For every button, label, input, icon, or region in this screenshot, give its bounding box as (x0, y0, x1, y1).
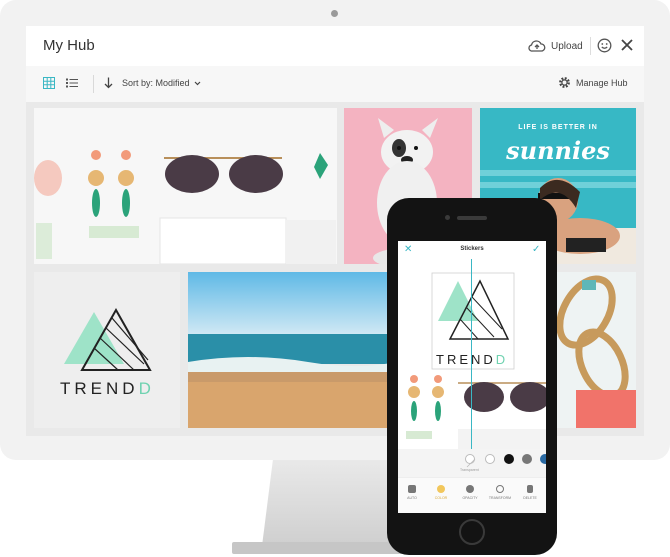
list-view-icon[interactable] (66, 77, 78, 89)
trash-icon (527, 485, 533, 493)
monitor-stand (262, 460, 398, 546)
tool-color[interactable]: COLOR (429, 485, 453, 500)
image-tile-beach[interactable] (188, 272, 410, 428)
sort-dropdown-label: Sort by: Modified (122, 78, 190, 88)
tool-auto[interactable]: AUTO (400, 485, 424, 500)
manage-hub-button[interactable]: Manage Hub (558, 76, 628, 89)
phone-screen: ✕ Stickers ✓ TRENDD Transparent AUTO COL… (398, 241, 546, 513)
sort-arrow-down-icon[interactable] (104, 77, 113, 89)
sunnies-headline: sunnies (506, 136, 610, 165)
swatch-selected-label: Transparent (460, 468, 479, 472)
sticker-canvas[interactable]: TRENDD (398, 259, 546, 449)
page-title: My Hub (43, 37, 95, 54)
smiley-icon[interactable] (597, 38, 612, 53)
swatch-black[interactable] (504, 454, 514, 464)
chevron-down-icon (194, 81, 201, 86)
desktop-monitor: My Hub Upload Sort by: Modified Manage H… (0, 0, 670, 460)
flatlay-image (34, 150, 336, 264)
toolbar-divider (93, 75, 94, 93)
phone-camera (445, 215, 450, 220)
transform-tool-icon (496, 485, 504, 493)
sticker-editor-header: ✕ Stickers ✓ (398, 241, 546, 259)
beach-image (188, 272, 410, 428)
sticker-trendd-text: TRENDD (436, 352, 509, 367)
swatch-gray[interactable] (522, 454, 532, 464)
center-guide-line (471, 259, 472, 449)
trendd-logo-text: TRENDD (60, 379, 155, 398)
sticker-editor-title: Stickers (460, 246, 484, 252)
image-tile-flatlay[interactable] (34, 108, 337, 264)
sticker-tool-bar: AUTO COLOR OPACITY TRANSFORM DELETE (398, 477, 546, 513)
cloud-upload-icon (528, 40, 546, 52)
confirm-check-icon[interactable]: ✓ (532, 244, 540, 255)
tool-opacity[interactable]: OPACITY (458, 485, 482, 500)
opacity-tool-icon (466, 485, 474, 493)
hub-toolbar: Sort by: Modified Manage Hub (26, 66, 644, 102)
upload-label: Upload (551, 40, 583, 52)
sort-dropdown[interactable]: Sort by: Modified (122, 78, 201, 88)
gear-icon (559, 77, 570, 88)
manage-hub-label: Manage Hub (576, 77, 628, 88)
trendd-triangle-logo (64, 307, 152, 371)
color-tool-icon (437, 485, 445, 493)
monitor-camera (331, 10, 338, 17)
image-tile-trendd-logo[interactable]: TRENDD (34, 272, 180, 428)
app-header: My Hub Upload (26, 26, 644, 67)
phone-device: ✕ Stickers ✓ TRENDD Transparent AUTO COL… (387, 198, 557, 555)
phone-speaker (457, 216, 487, 220)
auto-tool-icon (408, 485, 416, 493)
color-swatch-row: Transparent (398, 449, 546, 477)
sunnies-tagline: LIFE IS BETTER IN (518, 124, 598, 131)
swatch-blue[interactable] (540, 454, 546, 464)
swatch-white[interactable] (485, 454, 495, 464)
swatch-transparent[interactable] (465, 454, 476, 468)
tool-transform[interactable]: TRANSFORM (488, 485, 512, 500)
close-icon[interactable] (620, 38, 634, 52)
tool-delete[interactable]: DELETE (518, 485, 542, 500)
upload-button[interactable]: Upload (528, 36, 583, 56)
header-divider (590, 37, 591, 55)
phone-home-button[interactable] (459, 519, 485, 545)
grid-view-icon[interactable] (43, 77, 55, 89)
